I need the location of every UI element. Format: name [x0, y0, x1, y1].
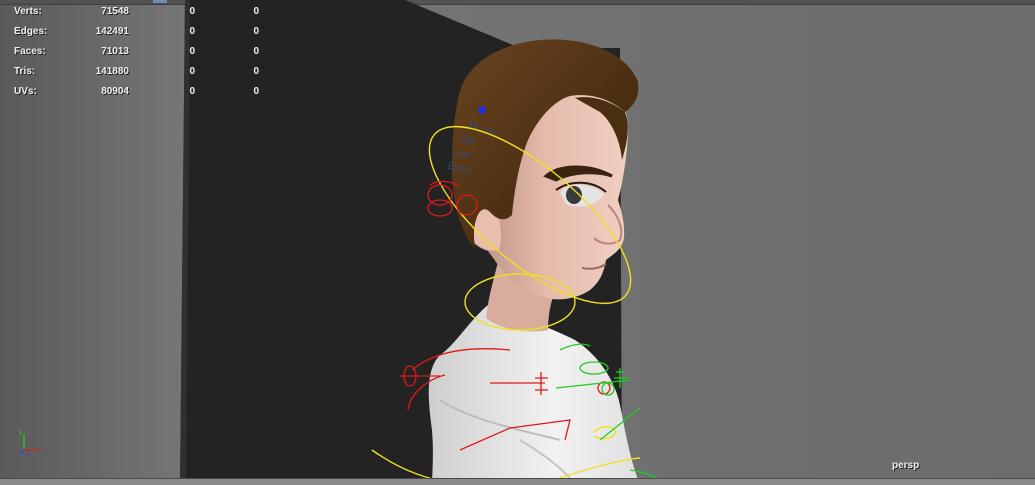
hud-components: 0 — [253, 66, 259, 77]
viewport-persp[interactable]: All Upr Lwr Eyes Select Verts: 71548 0 0… — [0, 0, 1035, 485]
rig-label-all[interactable]: All — [466, 120, 479, 133]
rig-head-pick-control[interactable] — [478, 106, 486, 114]
hud-selected: 0 — [189, 66, 195, 77]
hud-label: Tris: — [14, 66, 36, 77]
hud-total: 142491 — [95, 26, 129, 37]
hud-components: 0 — [253, 26, 259, 37]
axis-gizmo: y x z — [19, 430, 42, 456]
hud-total: 71548 — [101, 6, 129, 17]
axis-z-label: z — [28, 451, 31, 456]
hud-label: Verts: — [14, 6, 42, 17]
viewport-bottom-bar — [0, 478, 1035, 485]
axis-x-label: x — [39, 448, 42, 454]
hud-label: Faces: — [14, 46, 46, 57]
camera-name-label: persp — [892, 460, 920, 471]
hud-label: UVs: — [14, 86, 37, 97]
hud-components: 0 — [253, 6, 259, 17]
hud-total: 141880 — [95, 66, 129, 77]
axis-y-label: y — [19, 430, 22, 436]
hud-label: Edges: — [14, 26, 48, 37]
hud-selected: 0 — [189, 46, 195, 57]
hud-selected: 0 — [189, 26, 195, 37]
hud-total: 80904 — [101, 86, 129, 97]
hud-total: 71013 — [101, 46, 129, 57]
hud-components: 0 — [253, 46, 259, 57]
hud-selected: 0 — [189, 86, 195, 97]
hud-selected: 0 — [189, 6, 195, 17]
hud-components: 0 — [253, 86, 259, 97]
